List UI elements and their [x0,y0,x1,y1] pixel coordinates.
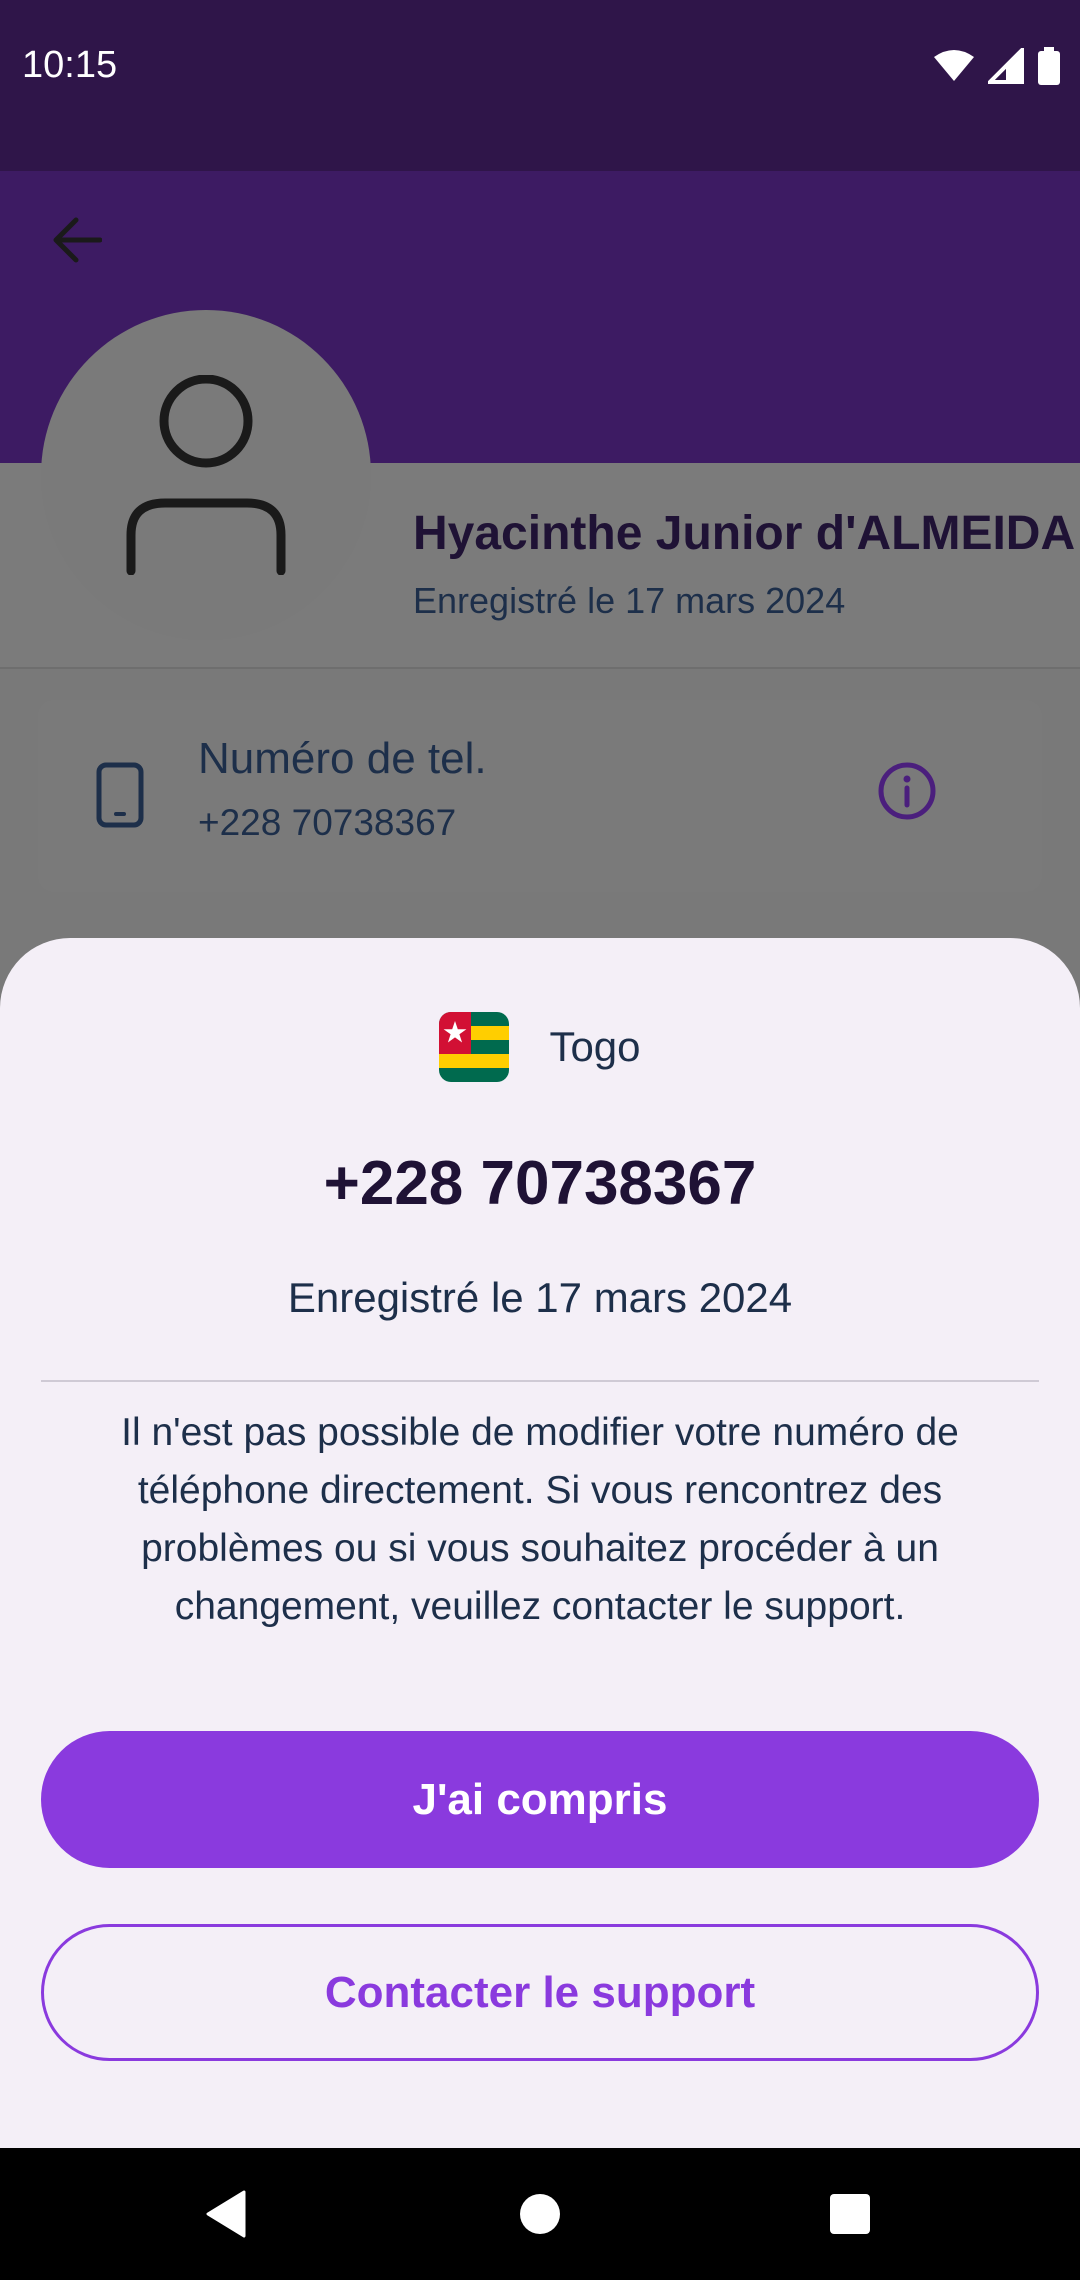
info-button[interactable] [872,756,942,826]
status-time: 10:15 [22,44,118,86]
profile-registered-date: Enregistré le 17 mars 2024 [413,580,846,621]
square-recents-icon [830,2194,870,2234]
sheet-message: Il n'est pas possible de modifier votre … [121,1411,959,1628]
nav-home-button[interactable] [504,2178,576,2250]
wifi-icon [934,50,974,81]
nav-recents-button[interactable] [814,2178,886,2250]
circle-home-icon [520,2194,560,2234]
back-button[interactable] [44,208,108,272]
sheet-registered-date: Enregistré le 17 mars 2024 [287,1274,793,1321]
info-icon [878,762,936,820]
status-bar: 10:15 [0,0,1080,171]
navigation-bar [0,2148,1080,2280]
cellular-signal-icon [988,48,1024,84]
status-icons [934,46,1060,86]
country-name: Togo [549,1023,641,1070]
smartphone-icon [90,755,150,835]
person-icon [126,375,286,575]
phone-number: +228 70738367 [198,802,457,843]
togo-flag-icon [439,1012,510,1082]
avatar [41,310,371,640]
sheet-divider [41,1380,1039,1382]
battery-icon [1038,47,1060,85]
profile-divider [0,667,1080,669]
profile-name: Hyacinthe Junior d'ALMEIDA [413,507,1076,560]
sheet-phone-number: +228 70738367 [323,1149,757,1218]
triangle-back-icon [206,2190,246,2238]
country-row: Togo [0,1010,1080,1084]
nav-back-button[interactable] [190,2178,262,2250]
contact-support-button[interactable]: Contacter le support [41,1924,1039,2061]
understood-button[interactable]: J'ai compris [41,1731,1039,1868]
arrow-left-icon [53,217,102,263]
phone-label: Numéro de tel. [198,734,487,783]
